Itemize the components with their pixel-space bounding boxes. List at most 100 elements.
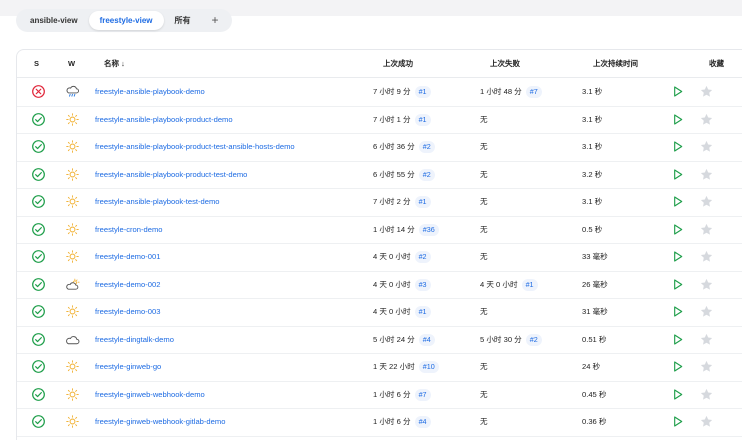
last-duration: 3.1 秒	[582, 114, 603, 124]
success-build-link[interactable]: #1	[414, 113, 431, 126]
success-build-link[interactable]: #4	[414, 416, 431, 428]
last-duration: 3.2 秒	[582, 169, 603, 179]
col-last-duration[interactable]: 上次持续时间	[593, 50, 638, 77]
table-row: freestyle-dingtalk-demo 5 小时 24 分 #4 5 小时 3…	[17, 326, 742, 354]
play-icon[interactable]	[670, 332, 685, 347]
star-icon[interactable]	[699, 84, 714, 99]
success-build-link[interactable]: #2	[414, 251, 431, 263]
play-icon[interactable]	[670, 387, 685, 402]
last-duration: 0.36 秒	[582, 417, 607, 426]
star-icon[interactable]	[699, 414, 714, 429]
last-success: 1 小时 14 分 #36	[373, 216, 439, 244]
star-icon[interactable]	[699, 304, 714, 319]
failed-status-icon	[31, 84, 46, 99]
play-icon[interactable]	[670, 414, 685, 429]
success-status-icon	[31, 332, 46, 347]
col-last-success[interactable]: 上次成功	[383, 50, 413, 77]
job-name-link[interactable]: freestyle-ginweb-webhook-gitlab-demo	[95, 408, 225, 436]
success-build-link[interactable]: #1	[414, 86, 431, 98]
success-build-link[interactable]: #4	[418, 333, 435, 346]
play-icon[interactable]	[670, 194, 685, 209]
success-build-link[interactable]: #3	[414, 278, 431, 291]
last-success-time: 7 小时 2 分	[373, 197, 411, 206]
col-last-failure[interactable]: 上次失败	[490, 50, 520, 77]
job-name-link[interactable]: freestyle-demo-003	[95, 298, 160, 326]
job-name-link[interactable]: freestyle-ginweb-webhook-demo	[95, 381, 205, 409]
job-name-link[interactable]: freestyle-ansible-playbook-product-test-…	[95, 161, 247, 189]
play-icon[interactable]	[670, 359, 685, 374]
failure-build-link[interactable]: #7	[525, 86, 542, 98]
job-name-link[interactable]: freestyle-ansible-playbook-product-demo	[95, 106, 233, 134]
sunny-weather-icon	[65, 387, 80, 402]
success-build-link[interactable]: #10	[418, 361, 439, 373]
star-icon[interactable]	[699, 194, 714, 209]
tab-all[interactable]: 所有	[164, 11, 202, 30]
last-success-time: 4 天 0 小时	[373, 307, 411, 316]
sunny-weather-icon	[65, 304, 80, 319]
table-row: freestyle-ansible-playbook-product-demo 7…	[17, 106, 742, 134]
success-status-icon	[31, 387, 46, 402]
table-row: freestyle-demo-001 4 天 0 小时 #2 无 33 毫秒	[17, 243, 742, 272]
table-row: freestyle-ginweb-webhook-gitlab-demo 1 小时…	[17, 408, 742, 437]
table-row: freestyle-ginweb-webhook-demo 1 小时 6 分 #7 无…	[17, 381, 742, 409]
last-success-time: 1 小时 6 分	[373, 389, 411, 399]
play-icon[interactable]	[670, 304, 685, 319]
star-icon[interactable]	[699, 359, 714, 374]
star-icon[interactable]	[699, 222, 714, 237]
play-icon[interactable]	[670, 112, 685, 127]
sunny-weather-icon	[65, 359, 80, 374]
col-name[interactable]: 名称 ↓	[104, 50, 125, 77]
failure-build-link[interactable]: #2	[525, 333, 542, 346]
star-icon[interactable]	[699, 112, 714, 127]
partly-cloudy-weather-icon	[65, 277, 80, 292]
job-name-link[interactable]: freestyle-demo-001	[95, 243, 160, 271]
star-icon[interactable]	[699, 387, 714, 402]
sunny-weather-icon	[65, 139, 80, 154]
success-build-link[interactable]: #36	[418, 223, 439, 236]
last-success-time: 7 小时 9 分	[373, 87, 411, 96]
play-icon[interactable]	[670, 84, 685, 99]
col-status[interactable]: S	[34, 50, 39, 77]
col-weather[interactable]: W	[68, 50, 75, 77]
play-icon[interactable]	[670, 249, 685, 264]
last-duration: 0.5 秒	[582, 224, 603, 234]
last-success: 7 小时 1 分 #1	[373, 106, 431, 134]
star-icon[interactable]	[699, 277, 714, 292]
job-name-link[interactable]: freestyle-demo-002	[95, 271, 160, 299]
star-icon[interactable]	[699, 167, 714, 182]
last-failure-time: 无	[480, 142, 488, 151]
play-icon[interactable]	[670, 167, 685, 182]
job-name-link[interactable]: freestyle-dingtalk-demo	[95, 326, 174, 354]
success-status-icon	[31, 359, 46, 374]
job-name-link[interactable]: freestyle-ansible-playbook-test-demo	[95, 188, 220, 216]
last-success-time: 6 小时 55 分	[373, 169, 415, 179]
last-failure: 1 小时 48 分 #7	[480, 78, 542, 106]
table-row: freestyle-demo-002 4 天 0 小时 #3 4 天 0 小时 #1 26…	[17, 271, 742, 299]
star-icon[interactable]	[699, 249, 714, 264]
job-name-link[interactable]: freestyle-ginweb-go	[95, 353, 161, 381]
success-build-link[interactable]: #1	[414, 196, 431, 208]
job-name-link[interactable]: freestyle-ansible-playbook-product-test-…	[95, 133, 295, 161]
add-view-button[interactable]: +	[202, 11, 229, 30]
last-failure-time: 无	[480, 389, 488, 399]
success-status-icon	[31, 112, 46, 127]
star-icon[interactable]	[699, 332, 714, 347]
job-name-link[interactable]: freestyle-cron-demo	[95, 216, 163, 244]
play-icon[interactable]	[670, 139, 685, 154]
failure-build-link[interactable]: #1	[521, 278, 538, 291]
success-build-link[interactable]: #2	[418, 168, 435, 181]
last-success-time: 6 小时 36 分	[373, 142, 415, 151]
success-build-link[interactable]: #1	[414, 306, 431, 318]
success-build-link[interactable]: #2	[418, 141, 435, 153]
tab-ansible-view[interactable]: ansible-view	[19, 11, 89, 30]
last-duration: 0.51 秒	[582, 334, 607, 344]
sunny-weather-icon	[65, 222, 80, 237]
tab-freestyle-view[interactable]: freestyle-view	[88, 11, 164, 30]
success-status-icon	[31, 304, 46, 319]
success-build-link[interactable]: #7	[414, 388, 431, 401]
play-icon[interactable]	[670, 222, 685, 237]
play-icon[interactable]	[670, 277, 685, 292]
star-icon[interactable]	[699, 139, 714, 154]
last-failure-time: 无	[480, 362, 488, 371]
job-name-link[interactable]: freestyle-ansible-playbook-demo	[95, 78, 205, 106]
